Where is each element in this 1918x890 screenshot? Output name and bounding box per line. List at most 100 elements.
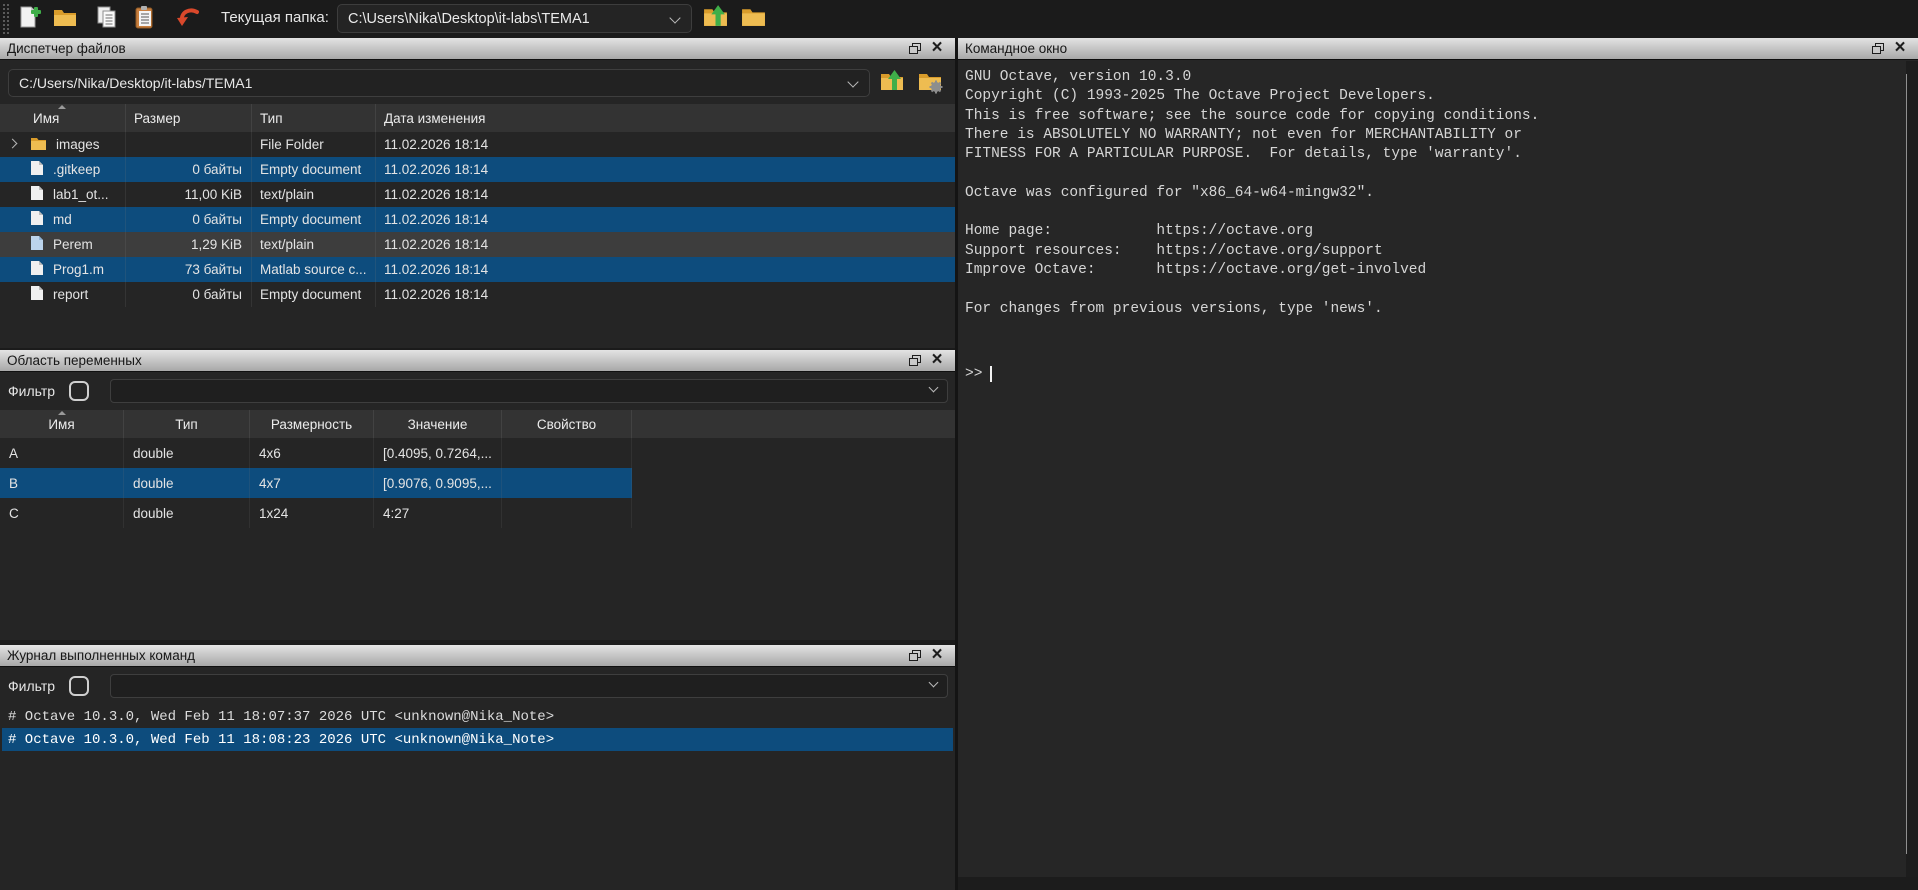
- table-row[interactable]: .gitkeep 0 байты Empty document 11.02.20…: [0, 157, 955, 182]
- expand-arrow-icon[interactable]: [8, 139, 18, 149]
- filter-checkbox[interactable]: [69, 381, 89, 401]
- undock-icon: [909, 355, 921, 366]
- table-row[interactable]: B double 4x7 [0.9076, 0.9095,...: [0, 468, 955, 498]
- column-header-size[interactable]: Размер: [126, 104, 252, 132]
- workspace-title: Область переменных: [7, 353, 142, 368]
- history-list: # Octave 10.3.0, Wed Feb 11 18:07:37 202…: [2, 705, 953, 751]
- undock-icon: [909, 43, 921, 54]
- folder-up-icon: [879, 68, 905, 99]
- open-button[interactable]: [50, 4, 80, 34]
- one-directory-up-button[interactable]: [878, 69, 906, 97]
- new-script-button[interactable]: [14, 4, 44, 34]
- close-button[interactable]: [926, 40, 948, 58]
- workspace-table: A double 4x6 [0.4095, 0.7264,... B doubl…: [0, 438, 955, 528]
- table-row[interactable]: C double 1x24 4:27: [0, 498, 955, 528]
- file-icon: [30, 160, 44, 179]
- workspace-titlebar[interactable]: Область переменных: [0, 350, 955, 372]
- command-window-panel: Командное окно GNU Octave, version 10.3.…: [958, 38, 1918, 890]
- table-row[interactable]: md 0 байты Empty document 11.02.2026 18:…: [0, 207, 955, 232]
- terminal-output[interactable]: GNU Octave, version 10.3.0 Copyright (C)…: [958, 62, 1896, 319]
- chevron-down-icon: [929, 383, 939, 393]
- filter-combobox[interactable]: [110, 674, 948, 698]
- close-button[interactable]: [926, 352, 948, 370]
- command-history-titlebar[interactable]: Журнал выполненных команд: [0, 645, 955, 667]
- command-history-title: Журнал выполненных команд: [7, 648, 195, 663]
- chevron-down-icon: [669, 12, 680, 23]
- paste-icon: [132, 4, 158, 35]
- undo-icon: [176, 4, 202, 35]
- close-icon: [1894, 41, 1905, 56]
- toolbar-drag-handle[interactable]: [3, 4, 9, 34]
- column-header-type[interactable]: Тип: [252, 104, 376, 132]
- column-header-name[interactable]: Имя: [0, 410, 124, 438]
- column-header-name[interactable]: Имя: [0, 104, 126, 132]
- folder-up-icon: [702, 3, 729, 35]
- close-icon: [931, 41, 942, 56]
- table-row[interactable]: A double 4x6 [0.4095, 0.7264,...: [0, 438, 955, 468]
- sort-indicator-icon: [58, 105, 66, 109]
- filter-combobox[interactable]: [110, 379, 948, 403]
- folder-settings-icon: [917, 68, 943, 99]
- filter-label: Фильтр: [8, 383, 55, 399]
- paste-button[interactable]: [130, 4, 160, 34]
- file-table-header: Имя Размер Тип Дата изменения: [0, 104, 955, 132]
- table-row[interactable]: lab1_ot... 11,00 KiB text/plain 11.02.20…: [0, 182, 955, 207]
- command-history-panel: Журнал выполненных команд Фильтр # Octav…: [0, 645, 955, 890]
- folder-actions-button[interactable]: [916, 69, 944, 97]
- close-button[interactable]: [926, 647, 948, 665]
- table-row[interactable]: report 0 байты Empty document 11.02.2026…: [0, 282, 955, 307]
- file-icon: [30, 210, 44, 229]
- terminal-prompt-line[interactable]: >>: [965, 366, 992, 382]
- horizontal-scrollbar[interactable]: [958, 877, 1918, 890]
- file-browser-title: Диспетчер файлов: [7, 41, 126, 56]
- text-cursor: [990, 366, 992, 382]
- file-browser-titlebar[interactable]: Диспетчер файлов: [0, 38, 955, 60]
- close-icon: [931, 353, 942, 368]
- file-browser-path-combobox[interactable]: C:/Users/Nika/Desktop/it-labs/TEMA1: [8, 69, 870, 97]
- close-button[interactable]: [1889, 40, 1911, 58]
- folder-icon: [30, 136, 47, 154]
- undock-button[interactable]: [904, 40, 926, 58]
- undock-button[interactable]: [1867, 40, 1889, 58]
- list-item[interactable]: # Octave 10.3.0, Wed Feb 11 18:08:23 202…: [2, 728, 953, 751]
- undock-button[interactable]: [904, 352, 926, 370]
- column-header-dims[interactable]: Размерность: [250, 410, 374, 438]
- undock-icon: [1872, 43, 1884, 54]
- file-icon: [30, 185, 44, 204]
- vertical-scrollbar[interactable]: [1906, 61, 1918, 877]
- scrollbar-thumb[interactable]: [1906, 74, 1908, 854]
- column-header-attr[interactable]: Свойство: [502, 410, 632, 438]
- file-icon: [30, 235, 44, 254]
- filter-checkbox[interactable]: [69, 676, 89, 696]
- current-folder-combobox[interactable]: C:\Users\Nika\Desktop\it-labs\TEMA1: [337, 4, 692, 33]
- column-header-value[interactable]: Значение: [374, 410, 502, 438]
- undo-button[interactable]: [174, 4, 204, 34]
- file-browser-panel: Диспетчер файлов C:/Users/Nika/Desktop/i…: [0, 38, 955, 348]
- file-icon: [30, 260, 44, 279]
- sort-indicator-icon: [58, 411, 66, 415]
- browse-folder-button[interactable]: [738, 4, 768, 34]
- workspace-filter-row: Фильтр: [0, 376, 955, 406]
- undock-button[interactable]: [904, 647, 926, 665]
- folder-browse-icon: [740, 3, 767, 35]
- filter-label: Фильтр: [8, 678, 55, 694]
- file-table: images File Folder 11.02.2026 18:14 .git…: [0, 132, 955, 307]
- main-toolbar: Текущая папка: C:\Users\Nika\Desktop\it-…: [0, 0, 1918, 38]
- table-row[interactable]: Perem 1,29 KiB text/plain 11.02.2026 18:…: [0, 232, 955, 257]
- list-item[interactable]: # Octave 10.3.0, Wed Feb 11 18:07:37 202…: [2, 705, 953, 728]
- file-browser-path-value: C:/Users/Nika/Desktop/it-labs/TEMA1: [19, 75, 252, 91]
- current-folder-value: C:\Users\Nika\Desktop\it-labs\TEMA1: [348, 11, 590, 27]
- folder-up-button[interactable]: [700, 4, 730, 34]
- file-browser-path-row: C:/Users/Nika/Desktop/it-labs/TEMA1: [0, 66, 955, 100]
- prompt-symbol: >>: [965, 366, 982, 382]
- current-folder-label: Текущая папка:: [221, 9, 329, 26]
- copy-button[interactable]: [92, 4, 122, 34]
- copy-icon: [94, 4, 120, 35]
- workspace-panel: Область переменных Фильтр Имя Тип Размер…: [0, 350, 955, 640]
- column-header-type[interactable]: Тип: [124, 410, 250, 438]
- command-window-titlebar[interactable]: Командное окно: [958, 38, 1918, 60]
- table-row[interactable]: Prog1.m 73 байты Matlab source c... 11.0…: [0, 257, 955, 282]
- column-header-date[interactable]: Дата изменения: [376, 104, 955, 132]
- table-row[interactable]: images File Folder 11.02.2026 18:14: [0, 132, 955, 157]
- history-filter-row: Фильтр: [0, 671, 955, 701]
